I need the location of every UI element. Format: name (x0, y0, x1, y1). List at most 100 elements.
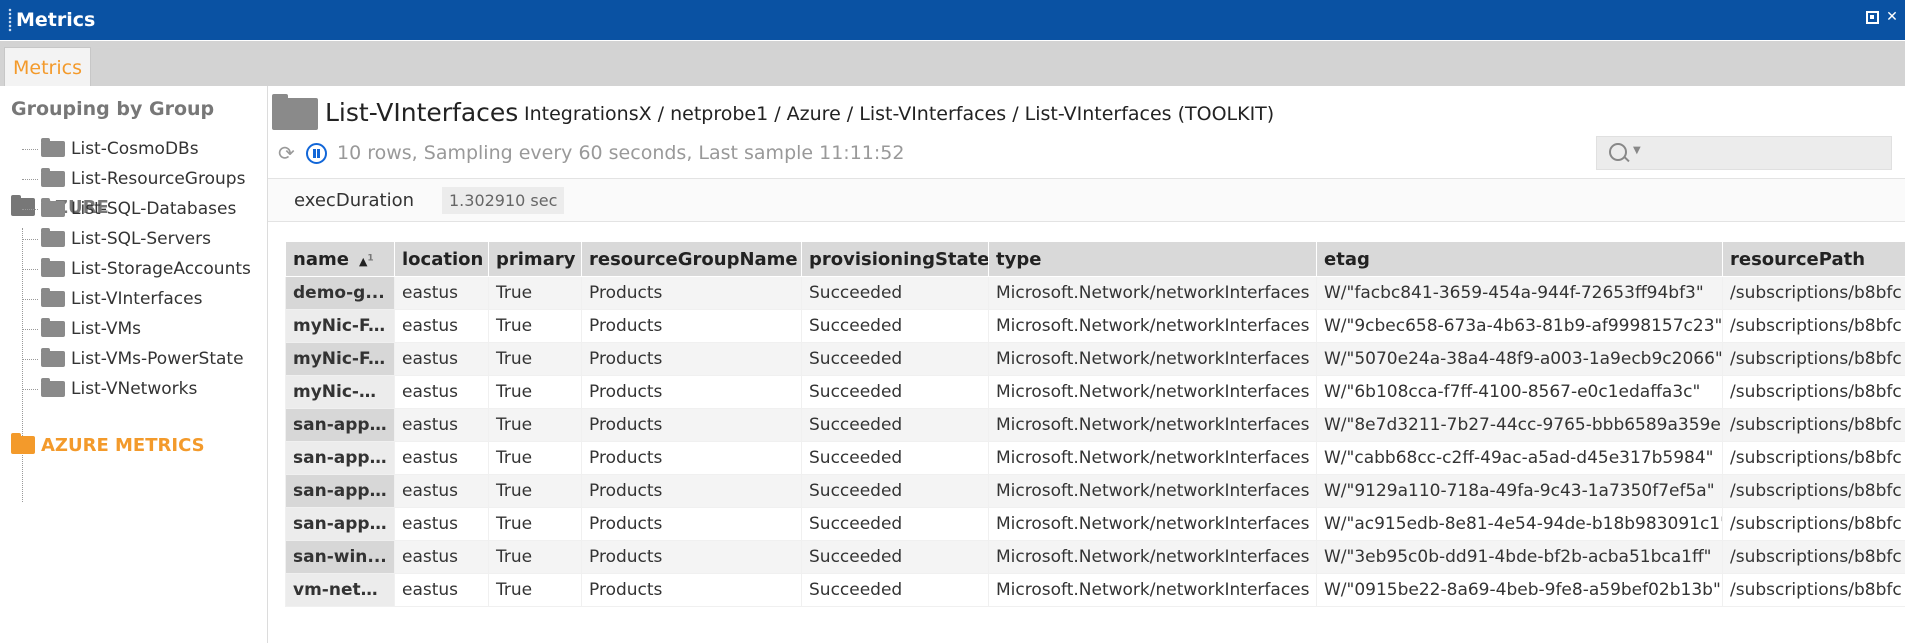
table-cell-resourcepath[interactable]: /subscriptions/b8bfc (1722, 507, 1905, 541)
table-cell-location[interactable]: eastus (394, 474, 489, 508)
table-cell-etag[interactable]: W/"6b108cca-f7ff-4100-8567-e0c1edaffa3c" (1316, 375, 1723, 409)
sidebar-item-list-vinterfaces[interactable]: List-VInterfaces (22, 285, 202, 313)
table-cell-etag[interactable]: W/"9cbec658-673a-4b63-81b9-af9998157c23" (1316, 309, 1723, 343)
table-cell-resourcegroupname[interactable]: Products (581, 408, 802, 442)
column-header-type[interactable]: type (988, 241, 1317, 277)
table-cell-resourcepath[interactable]: /subscriptions/b8bfc (1722, 540, 1905, 574)
table-cell-location[interactable]: eastus (394, 573, 489, 607)
sidebar-item-list-vms-powerstate[interactable]: List-VMs-PowerState (22, 345, 244, 373)
table-cell-resourcegroupname[interactable]: Products (581, 342, 802, 376)
table-cell-resourcegroupname[interactable]: Products (581, 507, 802, 541)
table-row[interactable]: san-app... eastus True Products Succeeded Mic… (285, 441, 1905, 475)
table-cell-resourcepath[interactable]: /subscriptions/b8bfc (1722, 375, 1905, 409)
table-row[interactable]: demo-g... eastus True Products Succeeded Micr… (285, 276, 1905, 310)
table-cell-etag[interactable]: W/"5070e24a-38a4-48f9-a003-1a9ecb9c2066" (1316, 342, 1723, 376)
table-cell-provisioningstate[interactable]: Succeeded (801, 309, 989, 343)
table-cell-provisioningstate[interactable]: Succeeded (801, 507, 989, 541)
table-cell-location[interactable]: eastus (394, 540, 489, 574)
table-cell-name[interactable]: san-app... (285, 474, 395, 508)
sidebar-item-list-storageaccounts[interactable]: List-StorageAccounts (22, 255, 251, 283)
table-cell-type[interactable]: Microsoft.Network/networkInterfaces (988, 507, 1317, 541)
table-cell-location[interactable]: eastus (394, 408, 489, 442)
table-cell-location[interactable]: eastus (394, 441, 489, 475)
table-cell-resourcegroupname[interactable]: Products (581, 573, 802, 607)
drag-grip-icon[interactable] (8, 8, 12, 32)
table-cell-primary[interactable]: True (488, 276, 582, 310)
table-cell-location[interactable]: eastus (394, 309, 489, 343)
table-cell-name[interactable]: san-app... (285, 507, 395, 541)
table-cell-primary[interactable]: True (488, 474, 582, 508)
column-header-resourcegroupname[interactable]: resourceGroupName (581, 241, 802, 277)
table-cell-name[interactable]: demo-g... (285, 276, 395, 310)
table-cell-type[interactable]: Microsoft.Network/networkInterfaces (988, 342, 1317, 376)
table-cell-location[interactable]: eastus (394, 507, 489, 541)
table-cell-primary[interactable]: True (488, 408, 582, 442)
table-cell-primary[interactable]: True (488, 309, 582, 343)
table-cell-resourcepath[interactable]: /subscriptions/b8bfc (1722, 276, 1905, 310)
table-cell-name[interactable]: myNic-F... (285, 309, 395, 343)
table-cell-etag[interactable]: W/"cabb68cc-c2ff-49ac-a5ad-d45e317b5984" (1316, 441, 1723, 475)
table-cell-provisioningstate[interactable]: Succeeded (801, 540, 989, 574)
sidebar-item-list-resourcegroups[interactable]: List-ResourceGroups (22, 165, 245, 193)
table-cell-provisioningstate[interactable]: Succeeded (801, 474, 989, 508)
tab-metrics[interactable]: Metrics (4, 47, 91, 88)
search-icon[interactable] (1609, 143, 1627, 161)
table-cell-primary[interactable]: True (488, 573, 582, 607)
table-cell-resourcegroupname[interactable]: Products (581, 276, 802, 310)
table-cell-etag[interactable]: W/"9129a110-718a-49fa-9c43-1a7350f7ef5a" (1316, 474, 1723, 508)
table-cell-name[interactable]: san-app... (285, 408, 395, 442)
refresh-icon[interactable]: ⟳ (278, 143, 296, 163)
chevron-down-icon[interactable]: ▼ (1633, 145, 1641, 156)
table-row[interactable]: san-app... eastus True Products Succeeded Mic… (285, 474, 1905, 508)
table-cell-type[interactable]: Microsoft.Network/networkInterfaces (988, 309, 1317, 343)
table-cell-resourcepath[interactable]: /subscriptions/b8bfc (1722, 474, 1905, 508)
table-cell-etag[interactable]: W/"ac915edb-8e81-4e54-94de-b18b983091c1" (1316, 507, 1723, 541)
table-cell-resourcepath[interactable]: /subscriptions/b8bfc (1722, 573, 1905, 607)
table-cell-resourcegroupname[interactable]: Products (581, 540, 802, 574)
table-cell-resourcepath[interactable]: /subscriptions/b8bfc (1722, 441, 1905, 475)
sidebar-item-list-cosmodbs[interactable]: List-CosmoDBs (22, 135, 199, 163)
table-cell-resourcegroupname[interactable]: Products (581, 375, 802, 409)
sidebar-item-list-vms[interactable]: List-VMs (22, 315, 141, 343)
table-cell-primary[interactable]: True (488, 441, 582, 475)
table-row[interactable]: san-app... eastus True Products Succeeded Mic… (285, 507, 1905, 541)
close-icon[interactable]: ✕ (1885, 10, 1899, 24)
table-cell-type[interactable]: Microsoft.Network/networkInterfaces (988, 408, 1317, 442)
column-header-name[interactable]: name ▲1 (285, 241, 395, 277)
table-cell-resourcegroupname[interactable]: Products (581, 441, 802, 475)
table-row[interactable]: san-win... eastus True Products Succeeded Mic… (285, 540, 1905, 574)
table-cell-resourcegroupname[interactable]: Products (581, 309, 802, 343)
table-cell-provisioningstate[interactable]: Succeeded (801, 342, 989, 376)
table-cell-resourcepath[interactable]: /subscriptions/b8bfc (1722, 408, 1905, 442)
table-cell-type[interactable]: Microsoft.Network/networkInterfaces (988, 573, 1317, 607)
sidebar-item-list-sql-databases[interactable]: List-SQL-Databases (22, 195, 236, 223)
table-cell-type[interactable]: Microsoft.Network/networkInterfaces (988, 441, 1317, 475)
column-header-etag[interactable]: etag (1316, 241, 1723, 277)
table-cell-type[interactable]: Microsoft.Network/networkInterfaces (988, 276, 1317, 310)
tree-group-azure-metrics[interactable]: AZURE METRICS (11, 432, 205, 458)
table-cell-provisioningstate[interactable]: Succeeded (801, 375, 989, 409)
table-cell-etag[interactable]: W/"facbc841-3659-454a-944f-72653ff94bf3" (1316, 276, 1723, 310)
table-cell-location[interactable]: eastus (394, 375, 489, 409)
table-row[interactable]: myNic-K... eastus True Products Succeeded Mic… (285, 375, 1905, 409)
table-cell-location[interactable]: eastus (394, 276, 489, 310)
sidebar-item-list-sql-servers[interactable]: List-SQL-Servers (22, 225, 211, 253)
table-cell-resourcepath[interactable]: /subscriptions/b8bfc (1722, 309, 1905, 343)
table-cell-primary[interactable]: True (488, 375, 582, 409)
table-cell-primary[interactable]: True (488, 342, 582, 376)
table-cell-primary[interactable]: True (488, 507, 582, 541)
table-row[interactable]: myNic-F... eastus True Products Succeeded Mic… (285, 342, 1905, 376)
table-cell-provisioningstate[interactable]: Succeeded (801, 573, 989, 607)
table-cell-provisioningstate[interactable]: Succeeded (801, 276, 989, 310)
table-cell-etag[interactable]: W/"0915be22-8a69-4beb-9fe8-a59bef02b13b" (1316, 573, 1723, 607)
table-cell-location[interactable]: eastus (394, 342, 489, 376)
table-cell-resourcepath[interactable]: /subscriptions/b8bfc (1722, 342, 1905, 376)
table-cell-name[interactable]: myNic-K... (285, 375, 395, 409)
pause-icon[interactable] (306, 142, 327, 164)
table-cell-provisioningstate[interactable]: Succeeded (801, 441, 989, 475)
table-cell-primary[interactable]: True (488, 540, 582, 574)
table-cell-resourcegroupname[interactable]: Products (581, 474, 802, 508)
column-header-provisioningstate[interactable]: provisioningState (801, 241, 989, 277)
table-row[interactable]: myNic-F... eastus True Products Succeeded Mic… (285, 309, 1905, 343)
table-cell-provisioningstate[interactable]: Succeeded (801, 408, 989, 442)
